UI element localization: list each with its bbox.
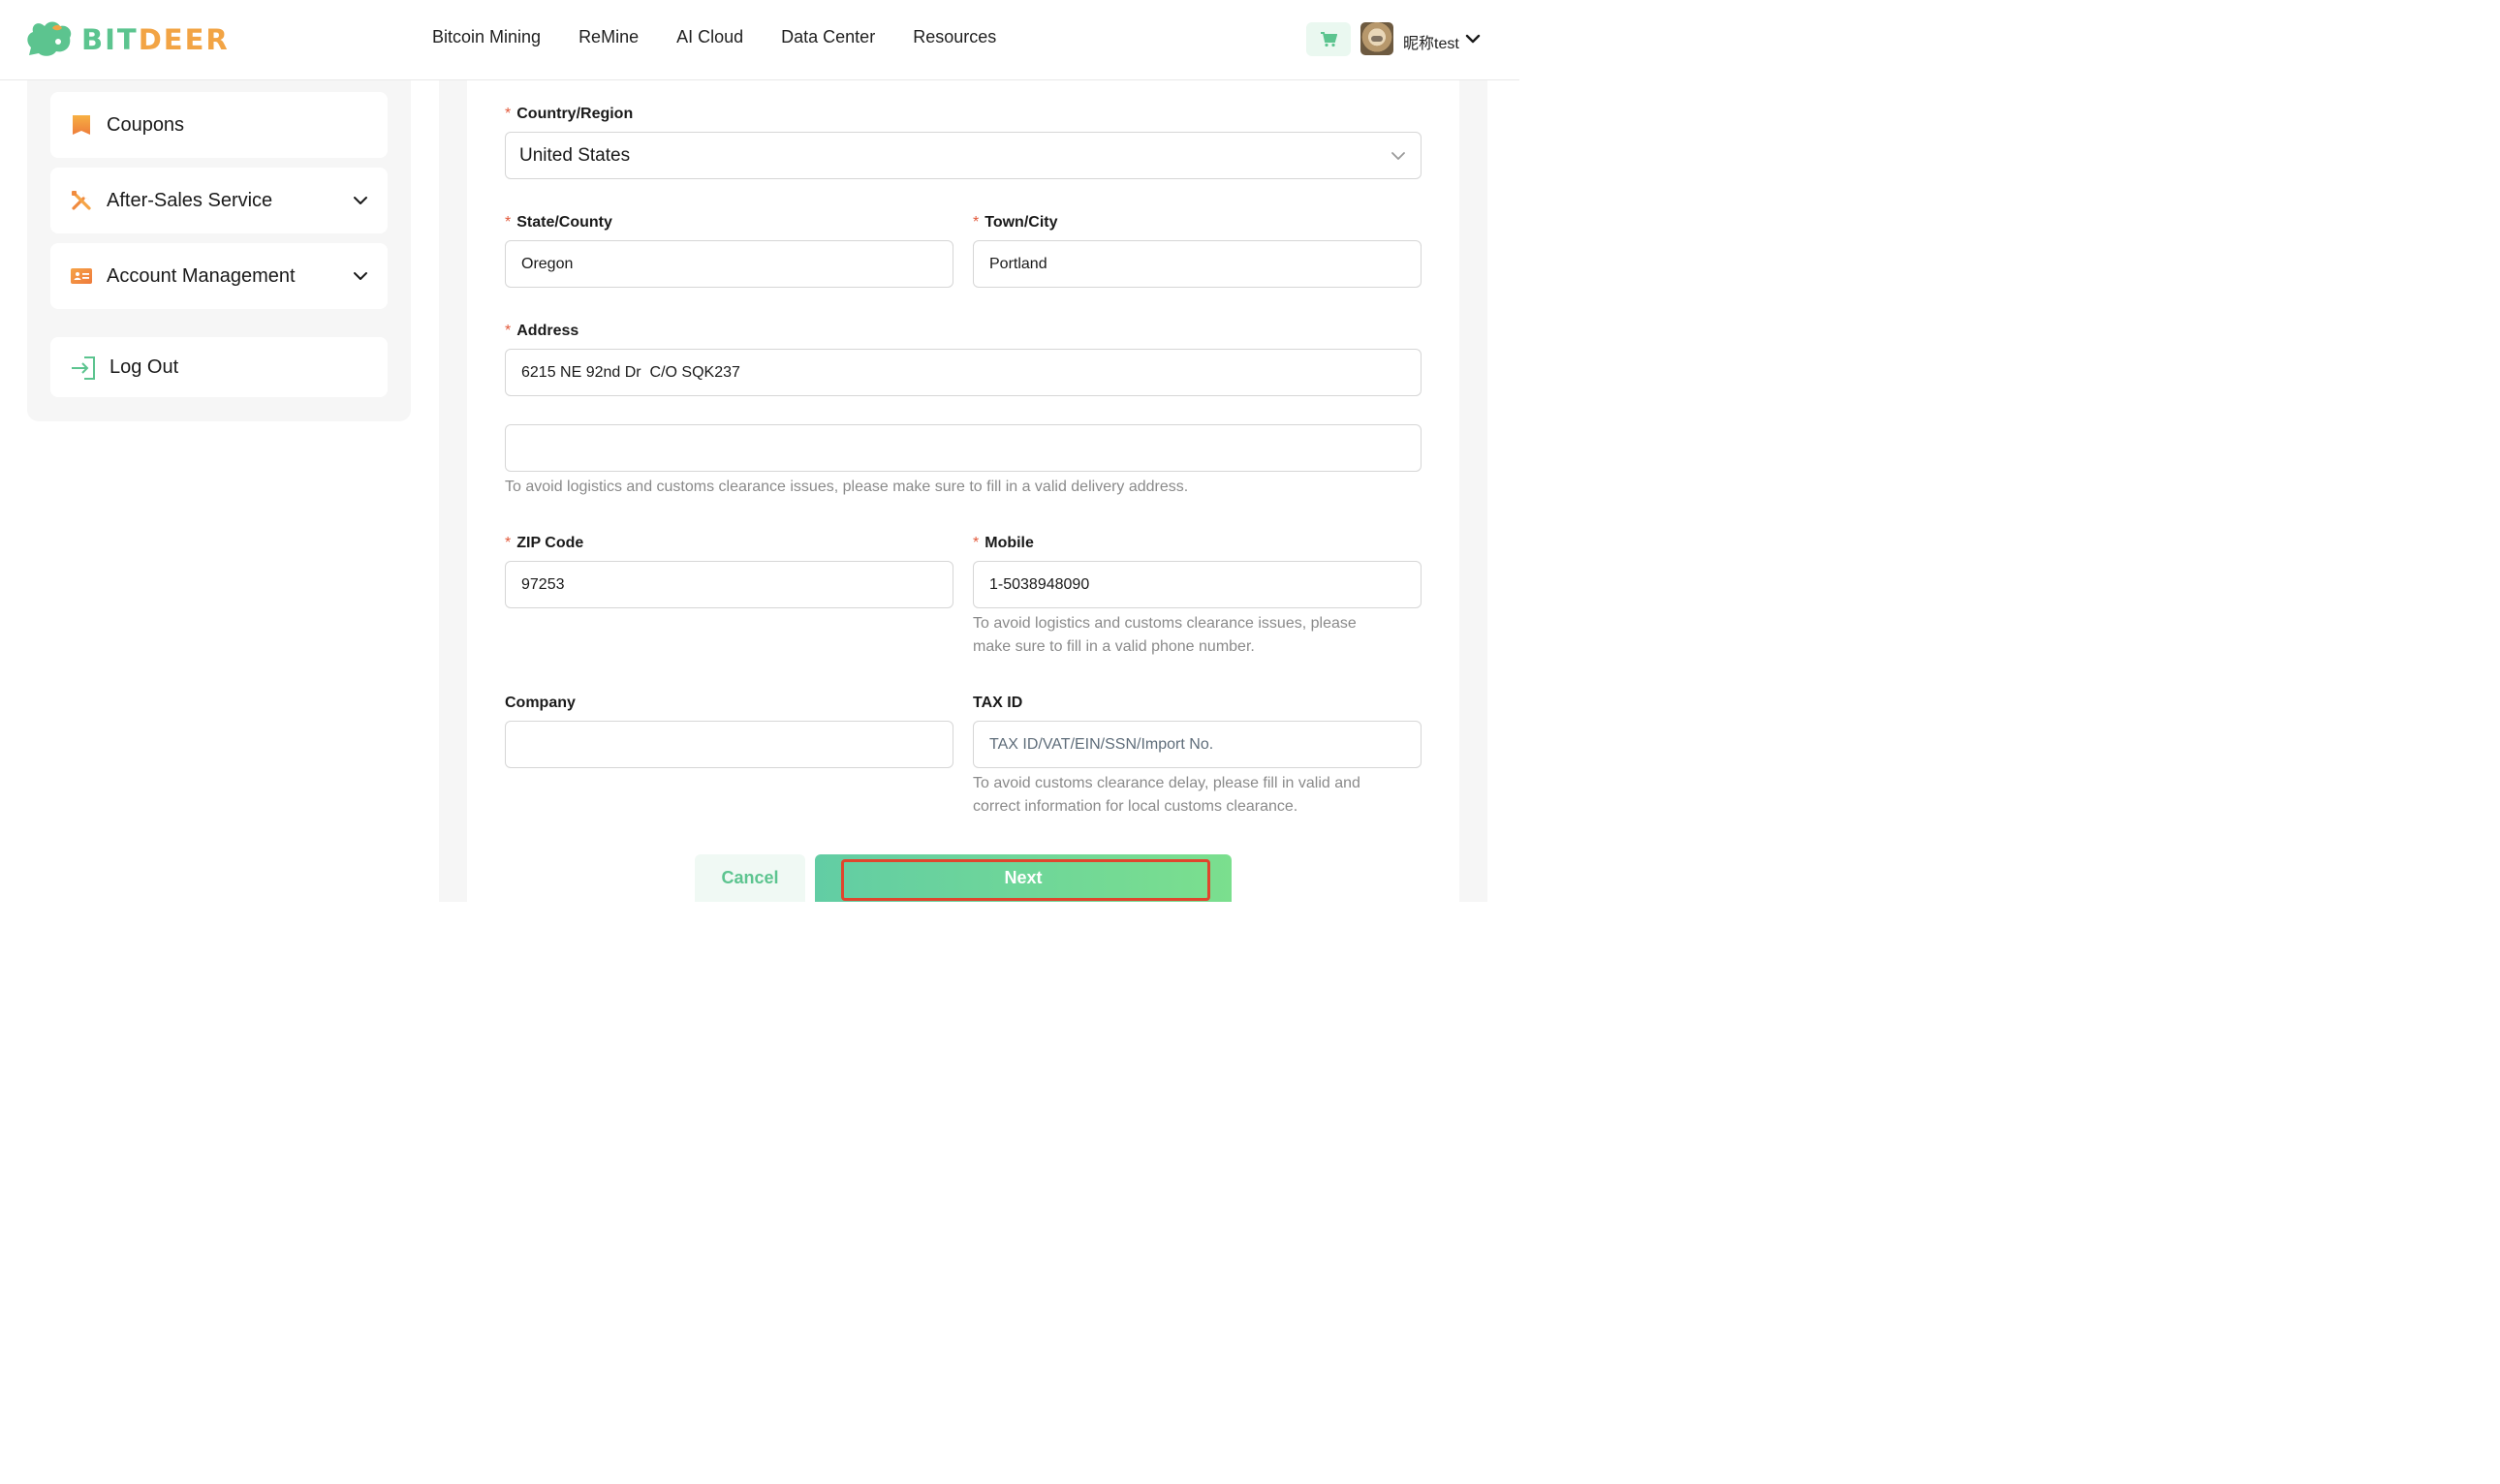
sidebar-item-label: After-Sales Service xyxy=(107,189,273,211)
address-line2-input[interactable] xyxy=(521,439,1405,457)
address-label-text: Address xyxy=(516,323,579,339)
chevron-down-icon[interactable] xyxy=(353,268,368,284)
chevron-down-icon xyxy=(1391,152,1405,160)
next-button[interactable]: Next xyxy=(815,854,1232,902)
mobile-field[interactable] xyxy=(973,561,1422,608)
cart-button[interactable] xyxy=(1306,22,1351,56)
required-mark: * xyxy=(505,323,512,339)
chevron-down-icon[interactable] xyxy=(1465,31,1481,46)
sidebar-item-after-sales[interactable]: After-Sales Service xyxy=(50,168,388,233)
required-mark: * xyxy=(973,214,980,231)
mobile-hint-line2: make sure to fill in a valid phone numbe… xyxy=(973,638,1255,655)
deer-logo-icon xyxy=(27,21,72,56)
tax-hint-line1: To avoid customs clearance delay, please… xyxy=(973,775,1360,791)
tax-id-label-text: TAX ID xyxy=(973,695,1023,711)
sidebar-item-label: Log Out xyxy=(109,356,179,378)
address-hint: To avoid logistics and customs clearance… xyxy=(505,479,1189,495)
city-label-text: Town/City xyxy=(984,214,1058,231)
company-input[interactable] xyxy=(521,735,937,754)
sidebar-item-logout[interactable]: Log Out xyxy=(50,337,388,397)
company-label: Company xyxy=(505,695,576,712)
sidebar-item-coupons[interactable]: Coupons xyxy=(50,92,388,158)
sidebar-item-account-management[interactable]: Account Management xyxy=(50,243,388,309)
country-value: United States xyxy=(519,144,631,166)
state-input[interactable] xyxy=(521,255,937,273)
company-field[interactable] xyxy=(505,721,953,768)
mobile-input[interactable] xyxy=(989,575,1405,594)
bitdeer-logo[interactable]: BITDEER xyxy=(25,19,230,60)
username[interactable]: 昵称test xyxy=(1403,30,1459,53)
nav-ai-cloud[interactable]: AI Cloud xyxy=(676,27,743,47)
logout-icon xyxy=(72,356,95,380)
cart-icon xyxy=(1321,31,1337,46)
company-label-text: Company xyxy=(505,695,576,711)
country-select[interactable]: United States xyxy=(505,132,1422,179)
zip-label-text: ZIP Code xyxy=(516,535,584,551)
logo-text-deer: DEER xyxy=(138,23,230,56)
coupon-icon xyxy=(73,115,90,135)
tax-id-input[interactable] xyxy=(989,735,1405,754)
city-label: * Town/City xyxy=(973,214,1057,232)
id-card-icon xyxy=(71,268,92,284)
country-label-text: Country/Region xyxy=(516,106,634,122)
required-mark: * xyxy=(505,214,512,231)
tools-icon xyxy=(72,191,91,210)
address-label: * Address xyxy=(505,323,578,340)
address-line1-field[interactable] xyxy=(505,349,1422,396)
country-label: * Country/Region xyxy=(505,106,633,123)
nav-bitcoin-mining[interactable]: Bitcoin Mining xyxy=(432,27,541,47)
chevron-down-icon[interactable] xyxy=(353,193,368,208)
mobile-hint-line1: To avoid logistics and customs clearance… xyxy=(973,615,1357,632)
required-mark: * xyxy=(505,535,512,551)
logo-text-bit: BIT xyxy=(81,23,139,56)
tax-id-field[interactable] xyxy=(973,721,1422,768)
mobile-label: * Mobile xyxy=(973,535,1034,552)
sidebar-item-label: Account Management xyxy=(107,264,296,287)
required-mark: * xyxy=(505,106,512,122)
mobile-label-text: Mobile xyxy=(984,535,1034,551)
top-header: BITDEER Bitcoin Mining ReMine AI Cloud D… xyxy=(0,0,1519,80)
required-mark: * xyxy=(973,535,980,551)
address-line2-field[interactable] xyxy=(505,424,1422,472)
cancel-button[interactable]: Cancel xyxy=(695,854,805,902)
address-line1-input[interactable] xyxy=(521,363,1405,382)
main-nav: Bitcoin Mining ReMine AI Cloud Data Cent… xyxy=(432,27,996,47)
state-label: * State/County xyxy=(505,214,612,232)
zip-field[interactable] xyxy=(505,561,953,608)
zip-input[interactable] xyxy=(521,575,937,594)
state-field[interactable] xyxy=(505,240,953,288)
tax-hint-line2: correct information for local customs cl… xyxy=(973,798,1298,815)
city-input[interactable] xyxy=(989,255,1405,273)
avatar[interactable] xyxy=(1360,22,1393,55)
sidebar-item-label: Coupons xyxy=(107,113,185,136)
nav-resources[interactable]: Resources xyxy=(913,27,996,47)
city-field[interactable] xyxy=(973,240,1422,288)
nav-data-center[interactable]: Data Center xyxy=(781,27,875,47)
zip-label: * ZIP Code xyxy=(505,535,583,552)
state-label-text: State/County xyxy=(516,214,612,231)
tax-id-label: TAX ID xyxy=(973,695,1022,712)
nav-remine[interactable]: ReMine xyxy=(578,27,639,47)
